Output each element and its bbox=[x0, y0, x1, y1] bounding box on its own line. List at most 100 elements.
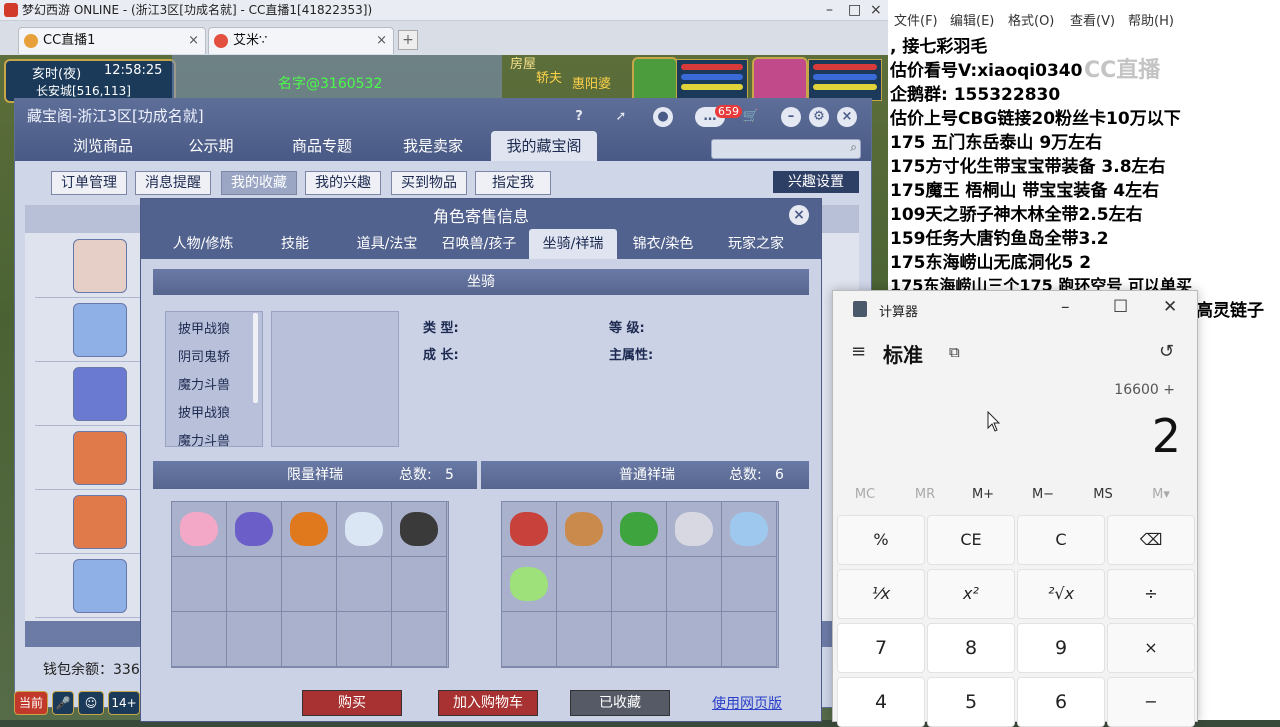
eight-key[interactable]: 8 bbox=[927, 623, 1015, 673]
notepad-line[interactable]: 175 五门东岳泰山 9万左右 bbox=[890, 128, 1102, 153]
player-avatar[interactable] bbox=[752, 57, 808, 103]
pet-avatar[interactable] bbox=[632, 57, 678, 103]
mount-list-item[interactable]: 魔力斗兽 bbox=[178, 374, 230, 393]
xiangrui-slot[interactable] bbox=[557, 612, 612, 667]
notepad-line[interactable]: 109天之骄子神木林全带2.5左右 bbox=[890, 200, 1143, 225]
cbg-tab-browse[interactable]: 浏览商品 bbox=[51, 131, 155, 161]
backspace-key[interactable]: ⌫ bbox=[1107, 515, 1195, 565]
xiangrui-slot[interactable] bbox=[722, 612, 777, 667]
bought-items-button[interactable]: 买到物品 bbox=[391, 171, 467, 195]
cbg-close-icon[interactable]: × bbox=[837, 107, 857, 127]
mount-list-item[interactable]: 阴司鬼轿 bbox=[178, 346, 230, 365]
notepad-line[interactable]: 估价看号V:xiaoqi0340 bbox=[890, 56, 1082, 81]
web-version-link[interactable]: 使用网页版 bbox=[712, 693, 782, 713]
dialog-close-button[interactable]: × bbox=[789, 205, 809, 225]
add-to-cart-button[interactable]: 加入购物车 bbox=[438, 690, 538, 716]
dtab-home[interactable]: 玩家之家 bbox=[711, 229, 801, 259]
xiangrui-slot[interactable] bbox=[392, 557, 447, 612]
emoji-icon[interactable]: ☺ bbox=[78, 691, 104, 715]
xiangrui-slot[interactable] bbox=[337, 502, 392, 557]
notepad-line[interactable]: 估价上号CBG链接20粉丝卡10万以下 bbox=[890, 104, 1181, 129]
keep-on-top-icon[interactable]: ⧉ bbox=[949, 343, 960, 361]
xiangrui-slot[interactable] bbox=[392, 502, 447, 557]
xiangrui-slot[interactable] bbox=[172, 557, 227, 612]
record-icon[interactable]: ● bbox=[653, 107, 673, 127]
nine-key[interactable]: 9 bbox=[1017, 623, 1105, 673]
dtab-skills[interactable]: 技能 bbox=[253, 229, 337, 259]
mount-list-item[interactable]: 披甲战狼 bbox=[178, 402, 230, 421]
location-text[interactable]: 长安城[516,113] bbox=[36, 82, 131, 99]
menu-format[interactable]: 格式(O) bbox=[1008, 10, 1054, 29]
dtab-outfits[interactable]: 锦衣/染色 bbox=[621, 229, 705, 259]
memory-clear-button[interactable]: MC bbox=[835, 487, 895, 502]
xiangrui-slot[interactable] bbox=[502, 557, 557, 612]
minimize-button[interactable]: – bbox=[826, 0, 833, 20]
share-icon[interactable]: ➚ bbox=[611, 107, 631, 127]
mount-list-item[interactable]: 披甲战狼 bbox=[178, 318, 230, 337]
xiangrui-slot[interactable] bbox=[502, 612, 557, 667]
notepad-line[interactable]: , 接七彩羽毛 bbox=[890, 32, 987, 57]
menu-edit[interactable]: 编辑(E) bbox=[950, 10, 994, 29]
sqrt-key[interactable]: ²√x bbox=[1017, 569, 1105, 619]
search-icon[interactable]: ⌕ bbox=[850, 140, 857, 155]
xiangrui-slot[interactable] bbox=[722, 557, 777, 612]
xiangrui-slot[interactable] bbox=[282, 557, 337, 612]
cbg-search-input[interactable]: ⌕ bbox=[711, 139, 861, 159]
calc-close-button[interactable]: ✕ bbox=[1163, 297, 1177, 317]
square-key[interactable]: x² bbox=[927, 569, 1015, 619]
cbg-settings-icon[interactable]: ⚙ bbox=[809, 107, 829, 127]
cart-icon[interactable]: 🛒 bbox=[741, 107, 761, 127]
memory-recall-button[interactable]: MR bbox=[895, 487, 955, 502]
notepad-line[interactable]: 159任务大唐钓鱼岛全带3.2 bbox=[890, 224, 1109, 249]
xiangrui-slot[interactable] bbox=[612, 557, 667, 612]
memory-add-button[interactable]: M+ bbox=[953, 487, 1013, 502]
my-interest-button[interactable]: 我的兴趣 bbox=[305, 171, 381, 195]
clear-key[interactable]: C bbox=[1017, 515, 1105, 565]
cbg-tab-mine[interactable]: 我的藏宝阁 bbox=[491, 131, 597, 161]
xiangrui-slot[interactable] bbox=[392, 612, 447, 667]
browser-tab-cc[interactable]: CC直播1 × bbox=[18, 27, 206, 54]
mount-list-scrollbar[interactable] bbox=[253, 313, 258, 403]
xiangrui-slot[interactable] bbox=[667, 502, 722, 557]
interest-settings-button[interactable]: 兴趣设置 bbox=[773, 171, 859, 193]
memory-list-button[interactable]: M▾ bbox=[1131, 487, 1191, 502]
xiangrui-slot[interactable] bbox=[612, 612, 667, 667]
xiangrui-slot[interactable] bbox=[282, 612, 337, 667]
xiangrui-slot[interactable] bbox=[227, 502, 282, 557]
assigned-me-button[interactable]: 指定我 bbox=[475, 171, 551, 195]
xiangrui-slot[interactable] bbox=[282, 502, 337, 557]
cbg-tab-public[interactable]: 公示期 bbox=[161, 131, 261, 161]
new-tab-button[interactable]: + bbox=[398, 30, 418, 50]
hamburger-menu-icon[interactable]: ≡ bbox=[851, 341, 866, 362]
notepad-line[interactable]: 175方寸化生带宝宝带装备 3.8左右 bbox=[890, 152, 1166, 177]
divide-key[interactable]: ÷ bbox=[1107, 569, 1195, 619]
dtab-pets[interactable]: 召唤兽/孩子 bbox=[435, 229, 523, 259]
maximize-button[interactable]: □ bbox=[848, 0, 861, 20]
xiangrui-slot[interactable] bbox=[227, 557, 282, 612]
help-icon[interactable]: ? bbox=[569, 107, 589, 127]
percent-key[interactable]: % bbox=[837, 515, 925, 565]
xiangrui-slot[interactable] bbox=[227, 612, 282, 667]
tab-close-icon[interactable]: × bbox=[188, 28, 199, 54]
menu-help[interactable]: 帮助(H) bbox=[1128, 10, 1174, 29]
cbg-tab-seller[interactable]: 我是卖家 bbox=[381, 131, 485, 161]
menu-file[interactable]: 文件(F) bbox=[894, 10, 938, 29]
collected-button[interactable]: 已收藏 bbox=[570, 690, 670, 716]
dtab-mounts[interactable]: 坐骑/祥瑞 bbox=[529, 229, 617, 259]
calc-minimize-button[interactable]: – bbox=[1061, 297, 1070, 317]
microphone-icon[interactable]: 🎤 bbox=[52, 691, 74, 715]
clear-entry-key[interactable]: CE bbox=[927, 515, 1015, 565]
xiangrui-slot[interactable] bbox=[172, 612, 227, 667]
xiangrui-slot[interactable] bbox=[337, 557, 392, 612]
notepad-line[interactable]: 企鹅群: 155322830 bbox=[890, 80, 1060, 105]
xiangrui-slot[interactable] bbox=[667, 557, 722, 612]
memory-subtract-button[interactable]: M− bbox=[1013, 487, 1073, 502]
my-collection-button[interactable]: 我的收藏 bbox=[221, 171, 297, 195]
close-button[interactable]: × bbox=[870, 0, 882, 20]
memory-store-button[interactable]: MS bbox=[1073, 487, 1133, 502]
cbg-minimize-icon[interactable]: – bbox=[781, 107, 801, 127]
xiangrui-slot[interactable] bbox=[172, 502, 227, 557]
xiangrui-slot[interactable] bbox=[612, 502, 667, 557]
calc-maximize-button[interactable]: ☐ bbox=[1113, 297, 1128, 317]
dtab-character[interactable]: 人物/修炼 bbox=[159, 229, 247, 259]
